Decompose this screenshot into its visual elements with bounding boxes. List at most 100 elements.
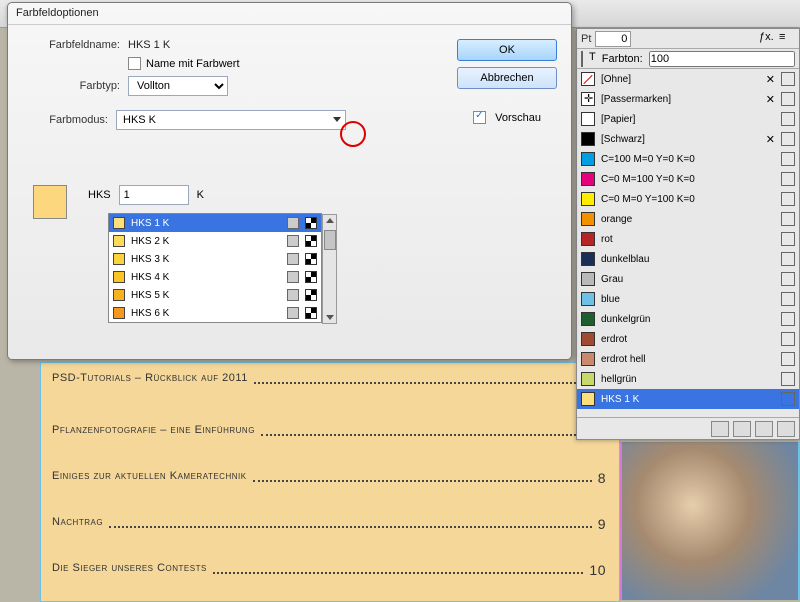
swatch-name: blue (601, 294, 775, 305)
swatch-name: [Passermarken] (601, 94, 760, 105)
color-swatch-icon (113, 271, 125, 283)
list-item[interactable]: HKS 4 K (109, 268, 321, 286)
spot-icon (287, 271, 299, 283)
swatch-preview (33, 185, 67, 219)
fill-swatch[interactable] (581, 51, 583, 67)
swatches-list[interactable]: [Ohne] ✕ [Passermarken] ✕ [Papier] [Schw… (577, 69, 799, 417)
color-swatch-icon (581, 172, 595, 186)
swatch-row[interactable]: hellgrün (577, 369, 799, 389)
color-swatch-icon (113, 235, 125, 247)
color-swatch-icon (581, 312, 595, 326)
dialog-title: Farbfeldoptionen (8, 3, 571, 25)
hks-label: HKS (88, 189, 111, 201)
cancel-button[interactable]: Abbrechen (457, 67, 557, 89)
toc-leader (109, 516, 592, 528)
swatch-row[interactable]: rot (577, 229, 799, 249)
swatch-row[interactable]: erdrot (577, 329, 799, 349)
swatch-row[interactable]: C=0 M=100 Y=0 K=0 (577, 169, 799, 189)
color-mode-select[interactable]: HKS K (116, 110, 346, 130)
swatch-row[interactable]: erdrot hell (577, 349, 799, 369)
color-mode-value: HKS K (123, 114, 156, 126)
colormode-icon (781, 92, 795, 106)
hks-number-input[interactable] (119, 185, 189, 205)
swatch-name: hellgrün (601, 374, 775, 385)
colormode-icon (781, 172, 795, 186)
new-swatch-button[interactable] (711, 421, 729, 437)
new-swatch2-button[interactable] (733, 421, 751, 437)
color-type-select[interactable]: Vollton (128, 76, 228, 96)
color-swatch-icon (581, 112, 595, 126)
swatch-row[interactable]: [Ohne] ✕ (577, 69, 799, 89)
list-item[interactable]: HKS 6 K (109, 304, 321, 322)
chevron-down-icon (333, 117, 341, 122)
tint-label: Farbton: (602, 53, 643, 65)
swatch-row[interactable]: blue (577, 289, 799, 309)
scroll-down-icon[interactable] (326, 315, 334, 320)
color-swatch-icon (581, 152, 595, 166)
list-item[interactable]: HKS 2 K (109, 232, 321, 250)
colormode-icon (305, 271, 317, 283)
scrollbar[interactable] (322, 214, 337, 324)
colormode-icon (781, 292, 795, 306)
hks-listbox[interactable]: HKS 1 K HKS 2 K HKS 3 K HKS 4 K HKS 5 K … (108, 213, 322, 323)
colormode-icon (781, 252, 795, 266)
color-swatch-icon (581, 392, 595, 406)
swatch-row[interactable]: dunkelblau (577, 249, 799, 269)
colormode-icon (305, 289, 317, 301)
toc-page: 8 (598, 470, 606, 486)
toc-title: PSD-Tutorials – Rückblick auf 2011 (52, 372, 248, 388)
colormode-icon (305, 253, 317, 265)
list-item[interactable]: HKS 3 K (109, 250, 321, 268)
color-mode-label: Farbmodus: (20, 114, 108, 126)
swatch-row[interactable]: [Passermarken] ✕ (577, 89, 799, 109)
pt-field[interactable] (595, 31, 631, 47)
ok-button[interactable]: OK (457, 39, 557, 61)
colormode-icon (781, 112, 795, 126)
colormode-icon (781, 212, 795, 226)
swatch-name: dunkelblau (601, 254, 775, 265)
swatch-options-dialog: Farbfeldoptionen Farbfeldname: HKS 1 K N… (7, 2, 572, 360)
list-item[interactable]: HKS 1 K (109, 214, 321, 232)
swatch-row[interactable]: orange (577, 209, 799, 229)
swatch-row[interactable]: C=100 M=0 Y=0 K=0 (577, 149, 799, 169)
color-swatch-icon (581, 132, 595, 146)
scroll-thumb[interactable] (324, 230, 336, 250)
swatch-name: [Papier] (601, 114, 775, 125)
list-item-label: HKS 2 K (131, 236, 281, 247)
swatch-row[interactable]: [Schwarz] ✕ (577, 129, 799, 149)
swatch-row[interactable]: [Papier] (577, 109, 799, 129)
spot-icon (287, 253, 299, 265)
colormode-icon (781, 372, 795, 386)
swatch-name: C=0 M=0 Y=100 K=0 (601, 194, 775, 205)
list-item-label: HKS 1 K (131, 218, 281, 229)
list-item-label: HKS 4 K (131, 272, 281, 283)
color-swatch-icon (581, 252, 595, 266)
swatches-panel: Pt ƒx. ≡ T Farbton: % [Ohne] ✕ [Passerma… (576, 28, 800, 440)
fx-icon[interactable]: ƒx. (759, 31, 775, 47)
name-with-value-label: Name mit Farbwert (146, 58, 240, 70)
colormode-icon (305, 235, 317, 247)
swatch-row[interactable]: Grau (577, 269, 799, 289)
toc-entry: Pflanzenfotografie – eine Einführung 7 (52, 424, 606, 440)
swatch-row[interactable]: HKS 1 K (577, 389, 799, 409)
list-item[interactable]: HKS 5 K (109, 286, 321, 304)
color-swatch-icon (581, 352, 595, 366)
color-swatch-icon (581, 272, 595, 286)
toc-leader (253, 470, 592, 482)
toc-entry: Einiges zur aktuellen Kameratechnik 8 (52, 470, 606, 486)
toc-entry: PSD-Tutorials – Rückblick auf 2011 6 (52, 372, 606, 388)
menu-icon[interactable]: ≡ (779, 31, 795, 47)
new-page-button[interactable] (755, 421, 773, 437)
text-color-icon[interactable]: T (589, 51, 596, 67)
trash-button[interactable] (777, 421, 795, 437)
colormode-icon (781, 332, 795, 346)
colormode-icon (781, 312, 795, 326)
scroll-up-icon[interactable] (326, 218, 334, 223)
preview-checkbox[interactable] (473, 111, 486, 124)
color-swatch-icon (581, 192, 595, 206)
name-with-value-checkbox[interactable] (128, 57, 141, 70)
swatch-row[interactable]: dunkelgrün (577, 309, 799, 329)
swatch-row[interactable]: C=0 M=0 Y=100 K=0 (577, 189, 799, 209)
colormode-icon (781, 272, 795, 286)
tint-field[interactable] (649, 51, 795, 67)
